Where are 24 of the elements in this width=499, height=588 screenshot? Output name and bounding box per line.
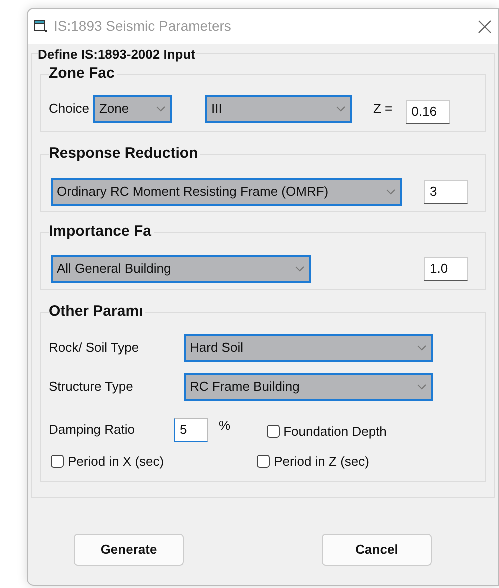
input-field[interactable]: 5	[174, 418, 208, 442]
field-label: Structure Type	[49, 378, 134, 396]
generate-button[interactable]: Generate	[74, 534, 184, 566]
window-title: IS:1893 Seismic Parameters	[54, 17, 232, 36]
dropdown[interactable]: III	[205, 95, 352, 123]
field-label: Rock/ Soil Type	[49, 339, 140, 358]
dropdown[interactable]: Ordinary RC Moment Resisting Frame (OMRF)	[51, 178, 402, 206]
field-label: Choice	[49, 100, 90, 118]
checkbox-label: Foundation Depth	[284, 423, 387, 441]
field-label: Z =	[373, 100, 393, 118]
unit-label: %	[219, 417, 231, 436]
checkbox-label: Period in X (sec)	[68, 452, 164, 471]
dropdown[interactable]: Hard Soil	[184, 334, 433, 362]
cancel-button[interactable]: Cancel	[322, 534, 432, 566]
field-label: Damping Ratio	[49, 421, 136, 440]
group-title: Importance Fa	[49, 223, 154, 241]
input-field[interactable]: 1.0	[424, 257, 468, 281]
checkbox-label: Period in Z (sec)	[274, 452, 370, 471]
dropdown[interactable]: RC Frame Building	[184, 373, 433, 401]
group-title: Response Reduction	[49, 145, 200, 163]
dropdown[interactable]: Zone	[93, 95, 172, 123]
input-field[interactable]: 3	[424, 180, 468, 204]
input-field[interactable]: 0.16	[406, 100, 450, 124]
dropdown[interactable]: All General Building	[51, 255, 311, 283]
